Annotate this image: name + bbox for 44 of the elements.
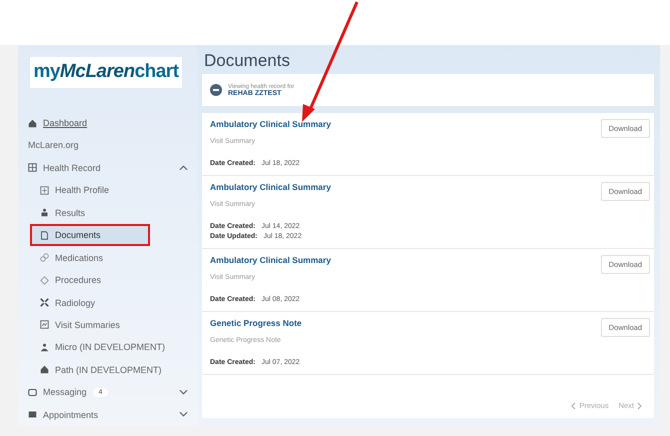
item-icon <box>40 230 49 240</box>
item-icon <box>40 253 49 262</box>
sidebar-item[interactable]: Radiology <box>18 291 198 314</box>
sidebar-item[interactable]: McLaren.org <box>18 134 198 157</box>
item-label: Documents <box>55 230 101 240</box>
group-label: Appointments <box>43 410 98 420</box>
patient-icon <box>210 84 222 96</box>
chevron-left-icon <box>571 402 576 410</box>
group-label: Messaging <box>43 387 87 398</box>
document-title[interactable]: Ambulatory Clinical Summary <box>210 182 601 192</box>
dashboard-link[interactable]: Dashboard <box>18 112 198 134</box>
sidebar-item[interactable]: Results <box>18 202 198 224</box>
sidebar-group[interactable]: Appointments <box>18 403 198 426</box>
sidebar-item[interactable]: Documents <box>30 224 150 246</box>
item-label: Medications <box>55 252 104 263</box>
sidebar-item[interactable]: Micro (IN DEVELOPMENT) <box>18 336 198 359</box>
document-title[interactable]: Genetic Progress Note <box>210 318 601 328</box>
item-icon <box>40 208 49 218</box>
sidebar-group[interactable]: Health Record <box>18 156 198 180</box>
item-icon <box>40 276 49 285</box>
item-label: Visit Summaries <box>55 320 120 330</box>
item-icon <box>40 320 49 330</box>
sidebar-item[interactable]: Path (IN DEVELOPMENT) <box>18 358 198 382</box>
item-icon <box>40 342 49 352</box>
chevron-right-icon <box>637 402 642 410</box>
item-icon <box>40 298 49 308</box>
sidebar-item[interactable]: Health Profile <box>18 179 198 202</box>
page-title: Documents <box>204 51 291 71</box>
group-label: Health Record <box>43 162 101 173</box>
item-label: Radiology <box>55 298 96 308</box>
sidebar-item[interactable]: Visit Summaries <box>18 314 198 336</box>
item-label: Procedures <box>55 275 102 286</box>
document-title[interactable]: Ambulatory Clinical Summary <box>210 119 601 129</box>
item-label: Path (IN DEVELOPMENT) <box>55 364 162 375</box>
item-icon <box>40 186 49 195</box>
home-icon <box>28 118 37 128</box>
sidebar-item[interactable]: Medications <box>18 246 198 269</box>
document-title[interactable]: Ambulatory Clinical Summary <box>210 255 601 265</box>
item-label: Results <box>55 208 86 218</box>
sidebar-item[interactable]: Procedures <box>18 268 198 292</box>
item-label: Micro (IN DEVELOPMENT) <box>55 342 166 352</box>
item-icon <box>40 365 49 374</box>
logo: myMcLarenchart <box>30 57 182 88</box>
item-label: Health Profile <box>55 185 110 196</box>
